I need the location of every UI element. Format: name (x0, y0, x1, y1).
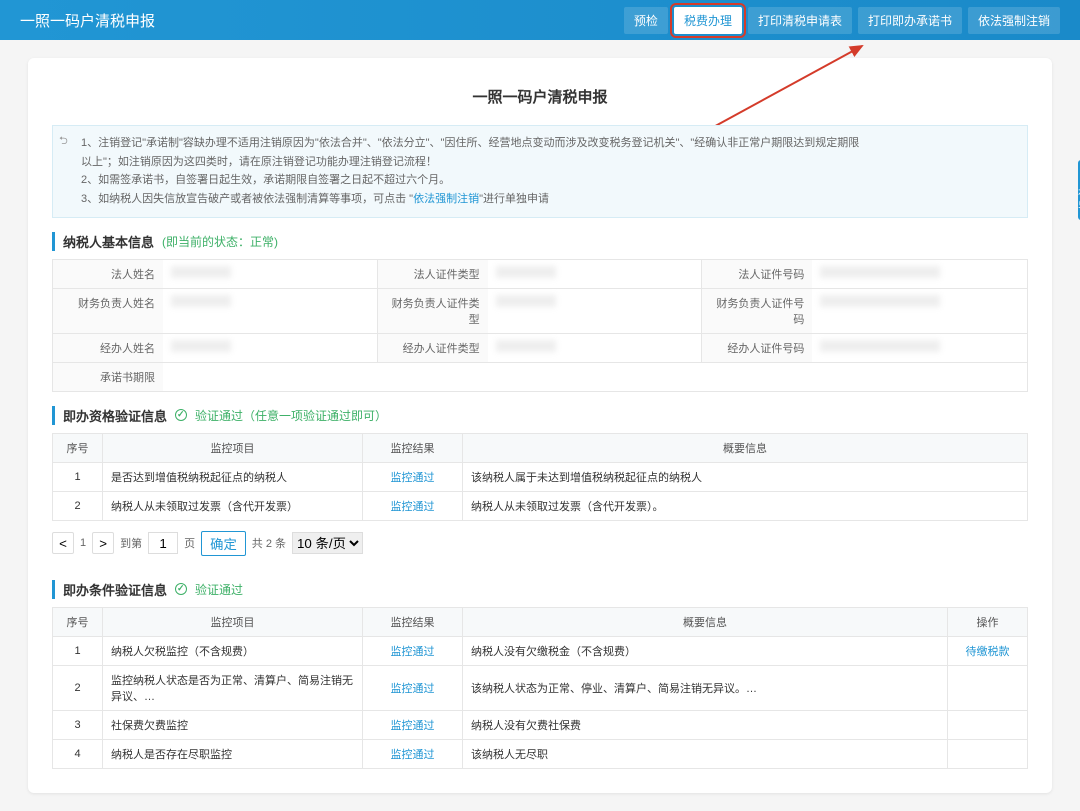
app-title: 一照一码户清税申报 (20, 10, 155, 31)
val-fin-name (171, 295, 231, 307)
result-link[interactable]: 监控通过 (391, 501, 435, 513)
result-link[interactable]: 监控通过 (391, 472, 435, 484)
val-fin-idno (820, 295, 940, 307)
t2-h1: 监控项目 (103, 607, 363, 636)
table-row: 1 是否达到增值税纳税起征点的纳税人 监控通过 该纳税人属于未达到增值税纳税起征… (53, 462, 1028, 491)
nav-tax-handle[interactable]: 税费办理 (674, 7, 742, 34)
nav-force-cancel[interactable]: 依法强制注销 (968, 7, 1060, 34)
sec1-title: 纳税人基本信息 (63, 232, 154, 251)
lbl-fin-name: 财务负责人姓名 (53, 289, 163, 333)
notice-link[interactable]: 依法强制注销 (413, 193, 479, 205)
prev-page-button[interactable]: < (52, 532, 74, 554)
result-link[interactable]: 监控通过 (391, 749, 435, 761)
notice-l1a: 1、注销登记"承诺制"容缺办理不适用注销原因为"依法合并"、"依法分立"、"因住… (81, 137, 859, 149)
t2-h2: 监控结果 (363, 607, 463, 636)
section-qualify: 即办资格验证信息 验证通过（任意一项验证通过即可） (52, 406, 1028, 425)
sec1-status: (即当前的状态：正常) (162, 233, 278, 250)
header-nav: 预检 税费办理 打印清税申请表 打印即办承诺书 依法强制注销 (624, 7, 1060, 34)
check-icon (175, 583, 187, 595)
lbl-fin-idno: 财务负责人证件号码 (702, 289, 812, 333)
main-panel: 一照一码户清税申报 ⮌ 1、注销登记"承诺制"容缺办理不适用注销原因为"依法合并… (28, 58, 1052, 793)
val-op-idtype (496, 340, 556, 352)
sec2-status: 验证通过（任意一项验证通过即可） (195, 407, 387, 424)
val-op-name (171, 340, 231, 352)
t2-h4: 操作 (948, 607, 1028, 636)
sec3-title: 即办条件验证信息 (63, 580, 167, 599)
val-op-idno (820, 340, 940, 352)
notice-l3b: "进行单独申请 (479, 193, 549, 205)
val-promise-period (163, 363, 1027, 391)
nav-precheck[interactable]: 预检 (624, 7, 668, 34)
table-row: 1 纳税人欠税监控（不含规费） 监控通过 纳税人没有欠缴税金（不含规费） 待缴税… (53, 636, 1028, 665)
goto-label: 到第 (120, 535, 142, 551)
lbl-promise-period: 承诺书期限 (53, 363, 163, 391)
t1-h2: 监控结果 (363, 433, 463, 462)
page-title: 一照一码户清税申报 (52, 74, 1028, 125)
val-legal-name (171, 266, 231, 278)
notice-close-icon[interactable]: ⮌ (59, 132, 68, 151)
condition-table: 序号 监控项目 监控结果 概要信息 操作 1 纳税人欠税监控（不含规费） 监控通… (52, 607, 1028, 769)
check-icon (175, 409, 187, 421)
t1-h0: 序号 (53, 433, 103, 462)
goto-confirm-button[interactable]: 确定 (201, 531, 246, 556)
lbl-fin-idtype: 财务负责人证件类型 (378, 289, 488, 333)
table-row: 2 纳税人从未领取过发票（含代开发票） 监控通过 纳税人从未领取过发票（含代开发… (53, 491, 1028, 520)
t2-h3: 概要信息 (463, 607, 948, 636)
lbl-legal-idtype: 法人证件类型 (378, 260, 488, 288)
basic-info-grid: 法人姓名 法人证件类型 法人证件号码 财务负责人姓名 财务负责人证件类型 财务负… (52, 259, 1028, 392)
next-page-button[interactable]: > (92, 532, 114, 554)
notice-box: ⮌ 1、注销登记"承诺制"容缺办理不适用注销原因为"依法合并"、"依法分立"、"… (52, 125, 1028, 218)
lbl-op-idtype: 经办人证件类型 (378, 334, 488, 362)
t1-h1: 监控项目 (103, 433, 363, 462)
lbl-legal-idno: 法人证件号码 (702, 260, 812, 288)
result-link[interactable]: 监控通过 (391, 720, 435, 732)
op-link[interactable]: 待缴税款 (966, 646, 1010, 658)
sec3-status: 验证通过 (195, 581, 243, 598)
val-legal-idno (820, 266, 940, 278)
total-count: 共 2 条 (252, 535, 286, 551)
lbl-op-name: 经办人姓名 (53, 334, 163, 362)
notice-l3a: 3、如纳税人因失信放宣告破产或者被依法强制清算等事项，可点击 (81, 193, 406, 205)
qualify-table: 序号 监控项目 监控结果 概要信息 1 是否达到增值税纳税起征点的纳税人 监控通… (52, 433, 1028, 521)
section-basic-info: 纳税人基本信息 (即当前的状态：正常) (52, 232, 1028, 251)
notice-l2: 2、如需签承诺书，自签署日起生效，承诺期限自签署之日起不超过六个月。 (81, 174, 450, 186)
pagesize-select[interactable]: 10 条/页 (292, 532, 363, 554)
table-row: 2 监控纳税人状态是否为正常、清算户、简易注销无异议、… 监控通过 该纳税人状态… (53, 665, 1028, 710)
sec2-title: 即办资格验证信息 (63, 406, 167, 425)
lbl-op-idno: 经办人证件号码 (702, 334, 812, 362)
header-bar: 一照一码户清税申报 预检 税费办理 打印清税申请表 打印即办承诺书 依法强制注销 (0, 0, 1080, 40)
val-legal-idtype (496, 266, 556, 278)
result-link[interactable]: 监控通过 (391, 646, 435, 658)
table-row: 3 社保费欠费监控 监控通过 纳税人没有欠费社保费 (53, 710, 1028, 739)
val-fin-idtype (496, 295, 556, 307)
notice-l1b: 以上"；如注销原因为这四类时，请在原注销登记功能办理注销登记流程！ (81, 156, 437, 168)
result-link[interactable]: 监控通过 (391, 683, 435, 695)
nav-print-promise[interactable]: 打印即办承诺书 (858, 7, 962, 34)
t1-h3: 概要信息 (463, 433, 1028, 462)
current-page: 1 (80, 537, 86, 549)
page-label: 页 (184, 535, 195, 551)
lbl-legal-name: 法人姓名 (53, 260, 163, 288)
goto-page-input[interactable] (148, 532, 178, 554)
section-condition: 即办条件验证信息 验证通过 (52, 580, 1028, 599)
nav-print-apply[interactable]: 打印清税申请表 (748, 7, 852, 34)
table-row: 4 纳税人是否存在尽职监控 监控通过 该纳税人无尽职 (53, 739, 1028, 768)
t2-h0: 序号 (53, 607, 103, 636)
